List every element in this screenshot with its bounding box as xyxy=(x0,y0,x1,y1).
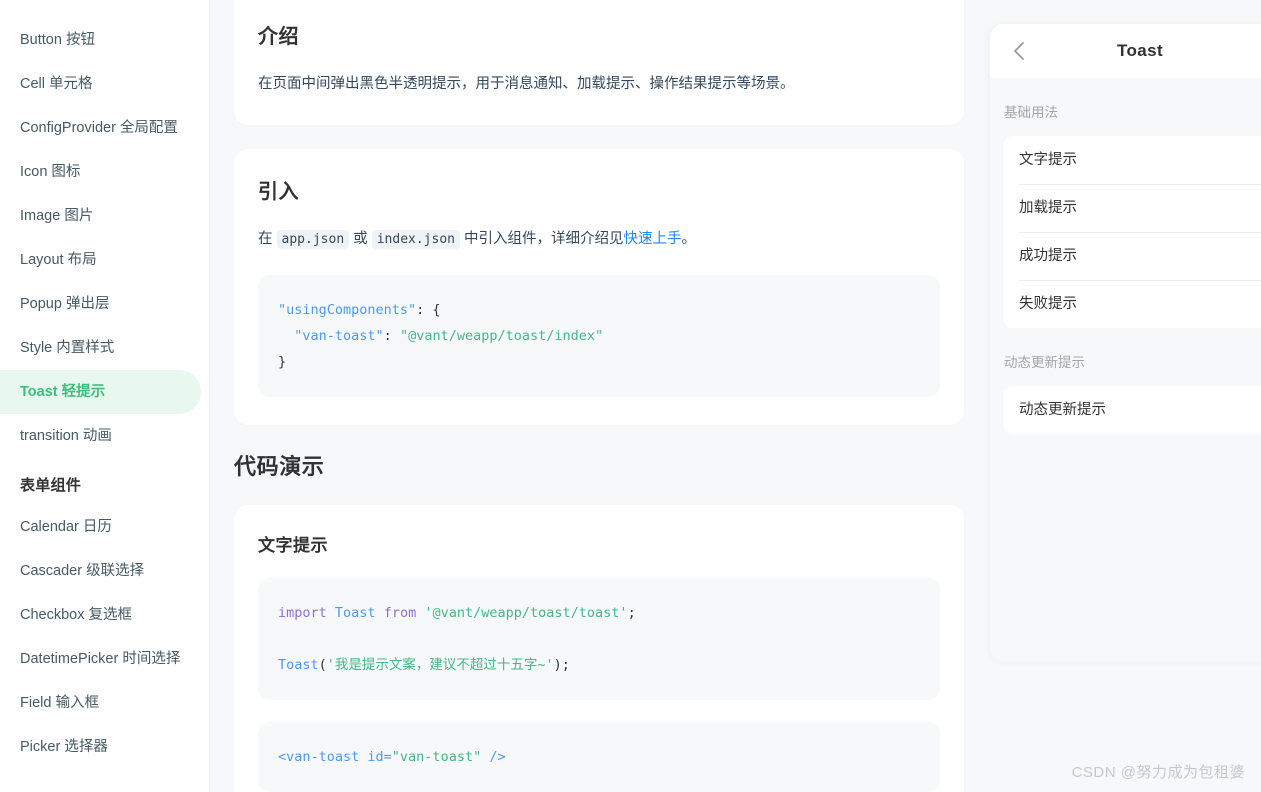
chevron-left-icon[interactable] xyxy=(1010,42,1028,60)
sidebar-item-field[interactable]: Field 输入框 xyxy=(0,681,201,725)
sidebar-item-configprovider[interactable]: ConfigProvider 全局配置 xyxy=(0,106,201,150)
import-text-suffix: 。 xyxy=(681,231,697,247)
import-code-block: "usingComponents": { "van-toast": "@vant… xyxy=(258,275,940,397)
sidebar-item-popup[interactable]: Popup 弹出层 xyxy=(0,282,201,326)
code-attr-id: id= xyxy=(359,749,392,765)
sidebar-item-toast[interactable]: Toast 轻提示 xyxy=(0,370,201,414)
code-kw-import: import xyxy=(278,605,327,621)
preview-section-basic: 基础用法 文字提示 加载提示 成功提示 失败提示 xyxy=(990,78,1261,328)
demo-section-title: 代码演示 xyxy=(234,454,325,479)
import-heading: 引入 xyxy=(258,181,299,203)
preview-section-dynamic: 动态更新提示 动态更新提示 xyxy=(990,328,1261,434)
code-tag-close: /> xyxy=(481,749,506,765)
sidebar-item-cell[interactable]: Cell 单元格 xyxy=(0,62,201,106)
sidebar-item-button[interactable]: Button 按钮 xyxy=(0,18,201,62)
code-call-toast: Toast xyxy=(278,657,319,673)
import-text-or: 或 xyxy=(349,231,372,247)
doc-article: 介绍 在页面中间弹出黑色半透明提示，用于消息通知、加载提示、操作结果提示等场景。… xyxy=(234,0,964,792)
code-str-message: '我是提示文案，建议不超过十五字~' xyxy=(326,657,554,673)
code-punc-open: : { xyxy=(416,302,441,318)
code-str-path: "@vant/weapp/toast/index" xyxy=(399,328,604,344)
preview-cell-loading-toast[interactable]: 加载提示 xyxy=(1003,184,1261,232)
code-str-import-path: '@vant/weapp/toast/toast' xyxy=(424,605,628,621)
sidebar-item-checkbox[interactable]: Checkbox 复选框 xyxy=(0,593,201,637)
demo-code-block-js: import Toast from '@vant/weapp/toast/toa… xyxy=(258,578,940,700)
demo-card-text-toast: 文字提示 import Toast from '@vant/weapp/toas… xyxy=(234,505,964,792)
code-kw-from: from xyxy=(383,605,417,621)
sidebar-item-picker[interactable]: Picker 选择器 xyxy=(0,725,201,769)
sidebar-nav: Button 按钮 Cell 单元格 ConfigProvider 全局配置 I… xyxy=(0,0,210,792)
intro-heading: 介绍 xyxy=(258,26,299,48)
code-attr-value: "van-toast" xyxy=(391,749,482,765)
sidebar-item-datetimepicker[interactable]: DatetimePicker 时间选择 xyxy=(0,637,201,681)
preview-cell-group-dynamic: 动态更新提示 xyxy=(1003,386,1261,434)
inline-code-appjson: app.json xyxy=(276,230,350,249)
code-punc-colon: : xyxy=(383,328,400,344)
preview-cell-fail-toast[interactable]: 失败提示 xyxy=(1003,280,1261,328)
sidebar-item-cascader[interactable]: Cascader 级联选择 xyxy=(0,549,201,593)
sidebar-group-title-form: 表单组件 xyxy=(20,477,82,494)
import-paragraph: 在 app.json 或 index.json 中引入组件，详细介绍见快速上手。 xyxy=(258,226,940,253)
preview-section-title-basic: 基础用法 xyxy=(1004,105,1058,120)
code-tag-open: <van-toast xyxy=(278,749,360,765)
preview-cell-dynamic-toast[interactable]: 动态更新提示 xyxy=(1003,386,1261,434)
sidebar-item-style[interactable]: Style 内置样式 xyxy=(0,326,201,370)
quickstart-link[interactable]: 快速上手 xyxy=(624,231,682,247)
app-root: Button 按钮 Cell 单元格 ConfigProvider 全局配置 I… xyxy=(0,0,1261,792)
code-punc-close: } xyxy=(278,354,287,370)
preview-cell-success-toast[interactable]: 成功提示 xyxy=(1003,232,1261,280)
code-punc-paren-open: ( xyxy=(318,657,327,673)
preview-navbar: Toast xyxy=(990,24,1261,78)
sidebar-item-transition[interactable]: transition 动画 xyxy=(0,414,201,458)
intro-description: 在页面中间弹出黑色半透明提示，用于消息通知、加载提示、操作结果提示等场景。 xyxy=(258,76,795,92)
sidebar-item-image[interactable]: Image 图片 xyxy=(0,194,201,238)
code-key-usingcomponents: "usingComponents" xyxy=(278,302,417,318)
inline-code-indexjson: index.json xyxy=(371,230,460,249)
preview-cell-group-basic: 文字提示 加载提示 成功提示 失败提示 xyxy=(1003,136,1261,328)
code-ident-toast: Toast xyxy=(334,605,376,621)
code-punc-paren-close: ); xyxy=(553,657,570,673)
intro-card: 介绍 在页面中间弹出黑色半透明提示，用于消息通知、加载提示、操作结果提示等场景。 xyxy=(234,0,964,125)
demo-heading: 文字提示 xyxy=(258,536,328,555)
code-key-vantoast: "van-toast" xyxy=(294,328,384,344)
sidebar-item-calendar[interactable]: Calendar 日历 xyxy=(0,505,201,549)
sidebar-item-icon[interactable]: Icon 图标 xyxy=(0,150,201,194)
code-punc-semi: ; xyxy=(627,605,636,621)
demo-code-block-wxml: <van-toast id="van-toast" /> xyxy=(258,722,940,792)
preview-cell-text-toast[interactable]: 文字提示 xyxy=(1003,136,1261,184)
sidebar-item-layout[interactable]: Layout 布局 xyxy=(0,238,201,282)
sidebar-group-basic: Button 按钮 Cell 单元格 ConfigProvider 全局配置 I… xyxy=(0,18,209,458)
import-card: 引入 在 app.json 或 index.json 中引入组件，详细介绍见快速… xyxy=(234,149,964,425)
preview-section-title-dynamic: 动态更新提示 xyxy=(1004,355,1085,370)
preview-body: 基础用法 文字提示 加载提示 成功提示 失败提示 动态更新提示 动态更新提示 xyxy=(990,78,1261,434)
preview-title: Toast xyxy=(1116,41,1164,60)
preview-simulator: Toast 基础用法 文字提示 加载提示 成功提示 失败提示 动态更新提示 动态… xyxy=(990,24,1261,662)
watermark: CSDN @努力成为包租婆 xyxy=(1071,764,1245,781)
import-text-prefix: 在 xyxy=(258,231,277,247)
sidebar-group-form: 表单组件 Calendar 日历 Cascader 级联选择 Checkbox … xyxy=(0,458,209,769)
import-text-mid: 中引入组件，详细介绍见 xyxy=(460,231,624,247)
